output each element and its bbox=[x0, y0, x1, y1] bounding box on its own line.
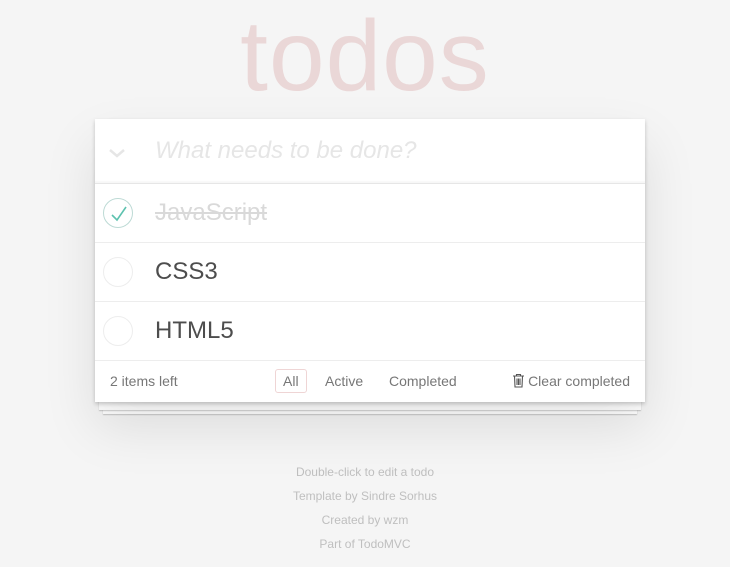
todo-checkbox[interactable] bbox=[103, 257, 133, 287]
checkmark-icon bbox=[111, 206, 127, 222]
app-title: todos bbox=[240, 0, 490, 112]
todo-label[interactable]: JavaScript bbox=[155, 200, 267, 226]
info-author-credit: Created by wzm bbox=[321, 513, 409, 527]
clear-completed-label: Clear completed bbox=[528, 373, 630, 389]
todo-app: JavaScript CSS3 HTML5 2 items left All A… bbox=[95, 119, 645, 402]
todo-list: JavaScript CSS3 HTML5 bbox=[95, 184, 645, 361]
filter-all[interactable]: All bbox=[275, 369, 307, 393]
todo-header bbox=[95, 119, 645, 184]
info-todomvc-link[interactable]: Part of TodoMVC bbox=[0, 538, 730, 562]
filter-active[interactable]: Active bbox=[317, 369, 371, 393]
todo-label[interactable]: HTML5 bbox=[155, 318, 234, 344]
toggle-all-chevron-icon[interactable] bbox=[103, 138, 131, 166]
todo-checkbox-checked[interactable] bbox=[103, 198, 133, 228]
items-left-count: 2 items left bbox=[110, 373, 178, 389]
todo-item[interactable]: JavaScript bbox=[95, 184, 645, 243]
todo-label[interactable]: CSS3 bbox=[155, 259, 218, 285]
todo-item[interactable]: HTML5 bbox=[95, 302, 645, 361]
info-footer: Double-click to edit a todo Template by … bbox=[0, 466, 730, 562]
new-todo-input[interactable] bbox=[155, 131, 625, 171]
todo-footer: 2 items left All Active Completed Clear … bbox=[95, 361, 645, 402]
info-edit-hint: Double-click to edit a todo bbox=[295, 465, 435, 479]
trash-icon bbox=[513, 373, 525, 388]
todo-checkbox[interactable] bbox=[103, 316, 133, 346]
clear-completed-button[interactable]: Clear completed bbox=[512, 373, 630, 389]
filter-completed[interactable]: Completed bbox=[381, 369, 465, 393]
todo-item[interactable]: CSS3 bbox=[95, 243, 645, 302]
info-template-credit: Template by Sindre Sorhus bbox=[292, 489, 438, 503]
chevron-down-icon bbox=[109, 149, 125, 158]
